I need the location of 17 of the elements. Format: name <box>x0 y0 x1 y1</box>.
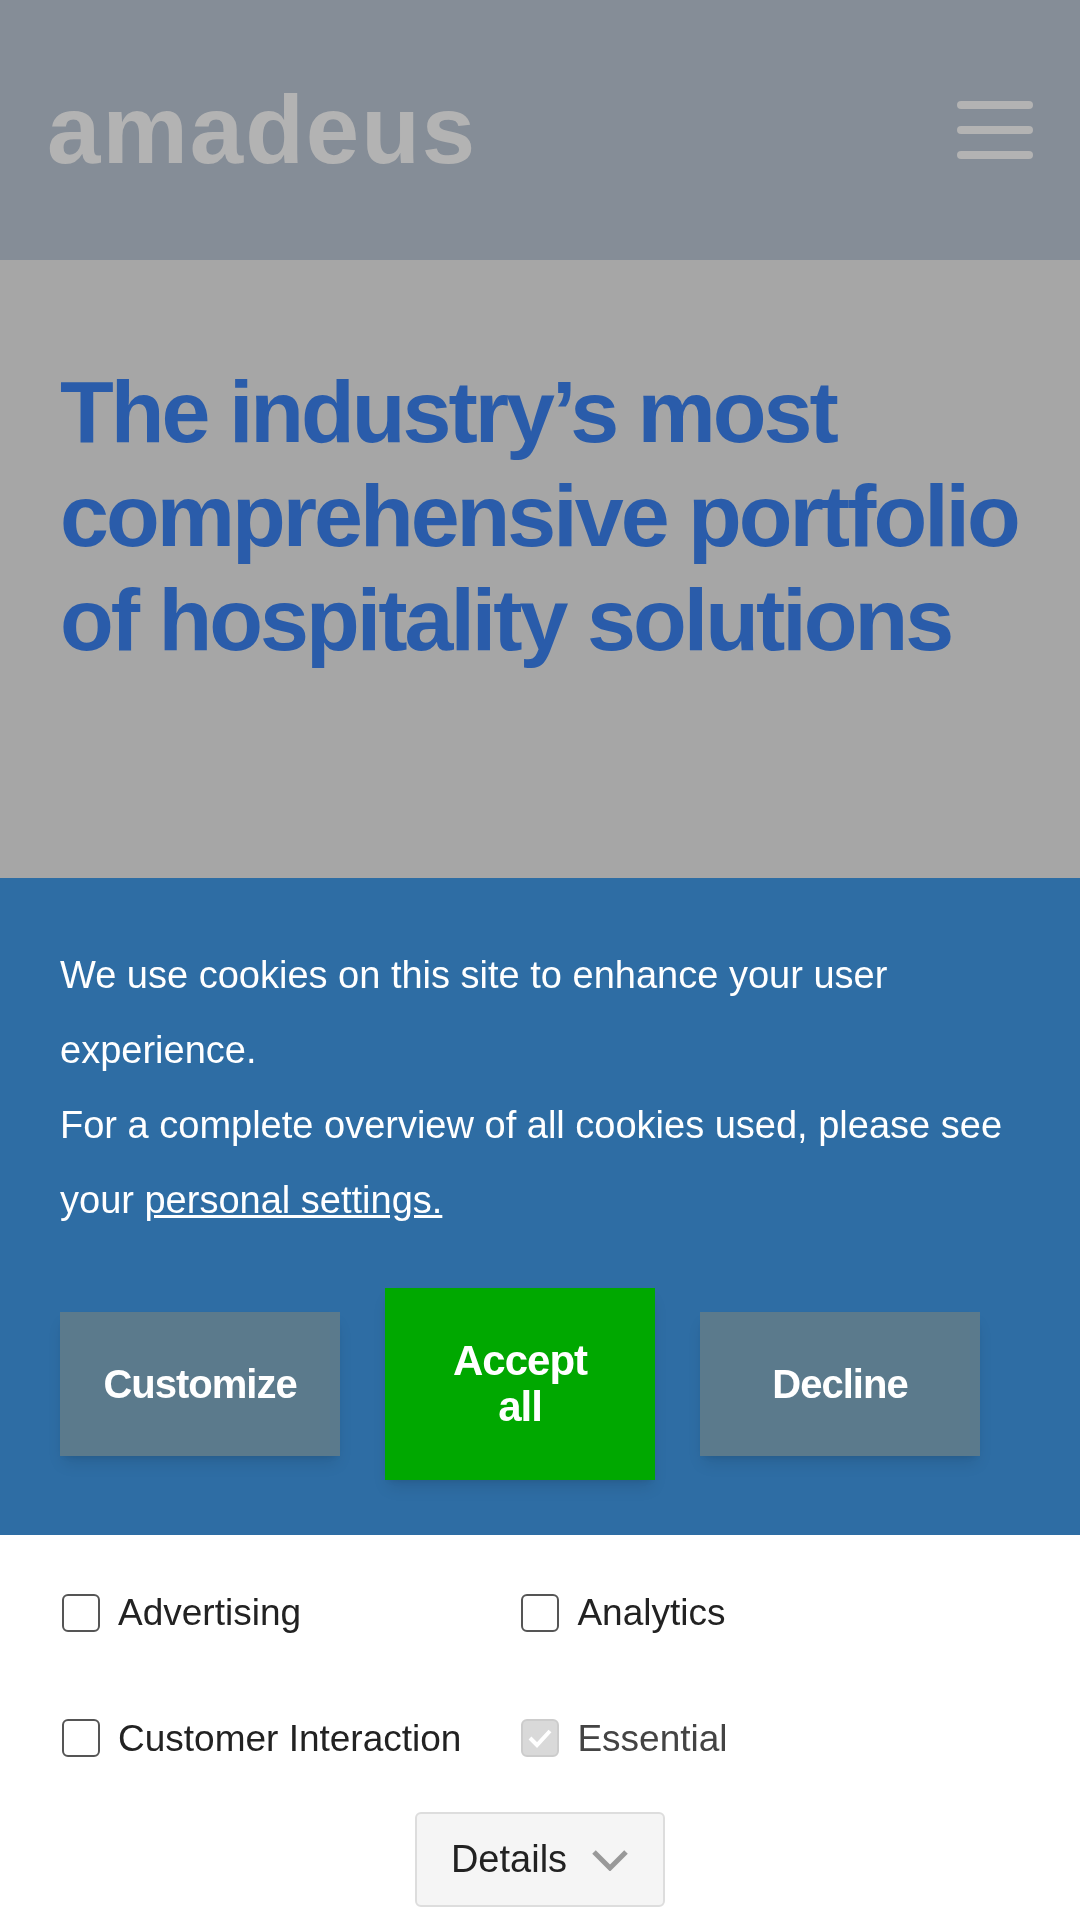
cookie-button[interactable]: Accept all <box>385 1288 655 1480</box>
checkbox-label: Analytics <box>577 1591 726 1635</box>
checkbox[interactable] <box>62 1593 100 1632</box>
checkbox-label: Essential <box>577 1716 728 1761</box>
hero-title: The industry’s most comprehensive portfolio of hospitality solutions <box>60 361 1019 671</box>
checkbox-label: Customer Interaction <box>118 1716 462 1761</box>
checkmark-icon <box>527 1727 554 1750</box>
checkbox[interactable] <box>521 1593 560 1632</box>
cookie-button[interactable]: Customize <box>60 1312 340 1456</box>
chevron-down-icon <box>591 1848 630 1871</box>
personal-settings-link[interactable]: personal settings. <box>144 1179 443 1221</box>
details-button[interactable]: Details <box>414 1812 666 1907</box>
cookie-message: We use cookies on this site to enhance your user experience. <box>60 953 889 1073</box>
cookie-button[interactable]: Decline <box>700 1312 980 1456</box>
checkbox-label: Advertising <box>118 1591 302 1635</box>
cookie-overview-text: For a complete overview of all cookies used, please see your personal settings. <box>60 1103 1004 1223</box>
checkbox[interactable] <box>62 1719 100 1758</box>
